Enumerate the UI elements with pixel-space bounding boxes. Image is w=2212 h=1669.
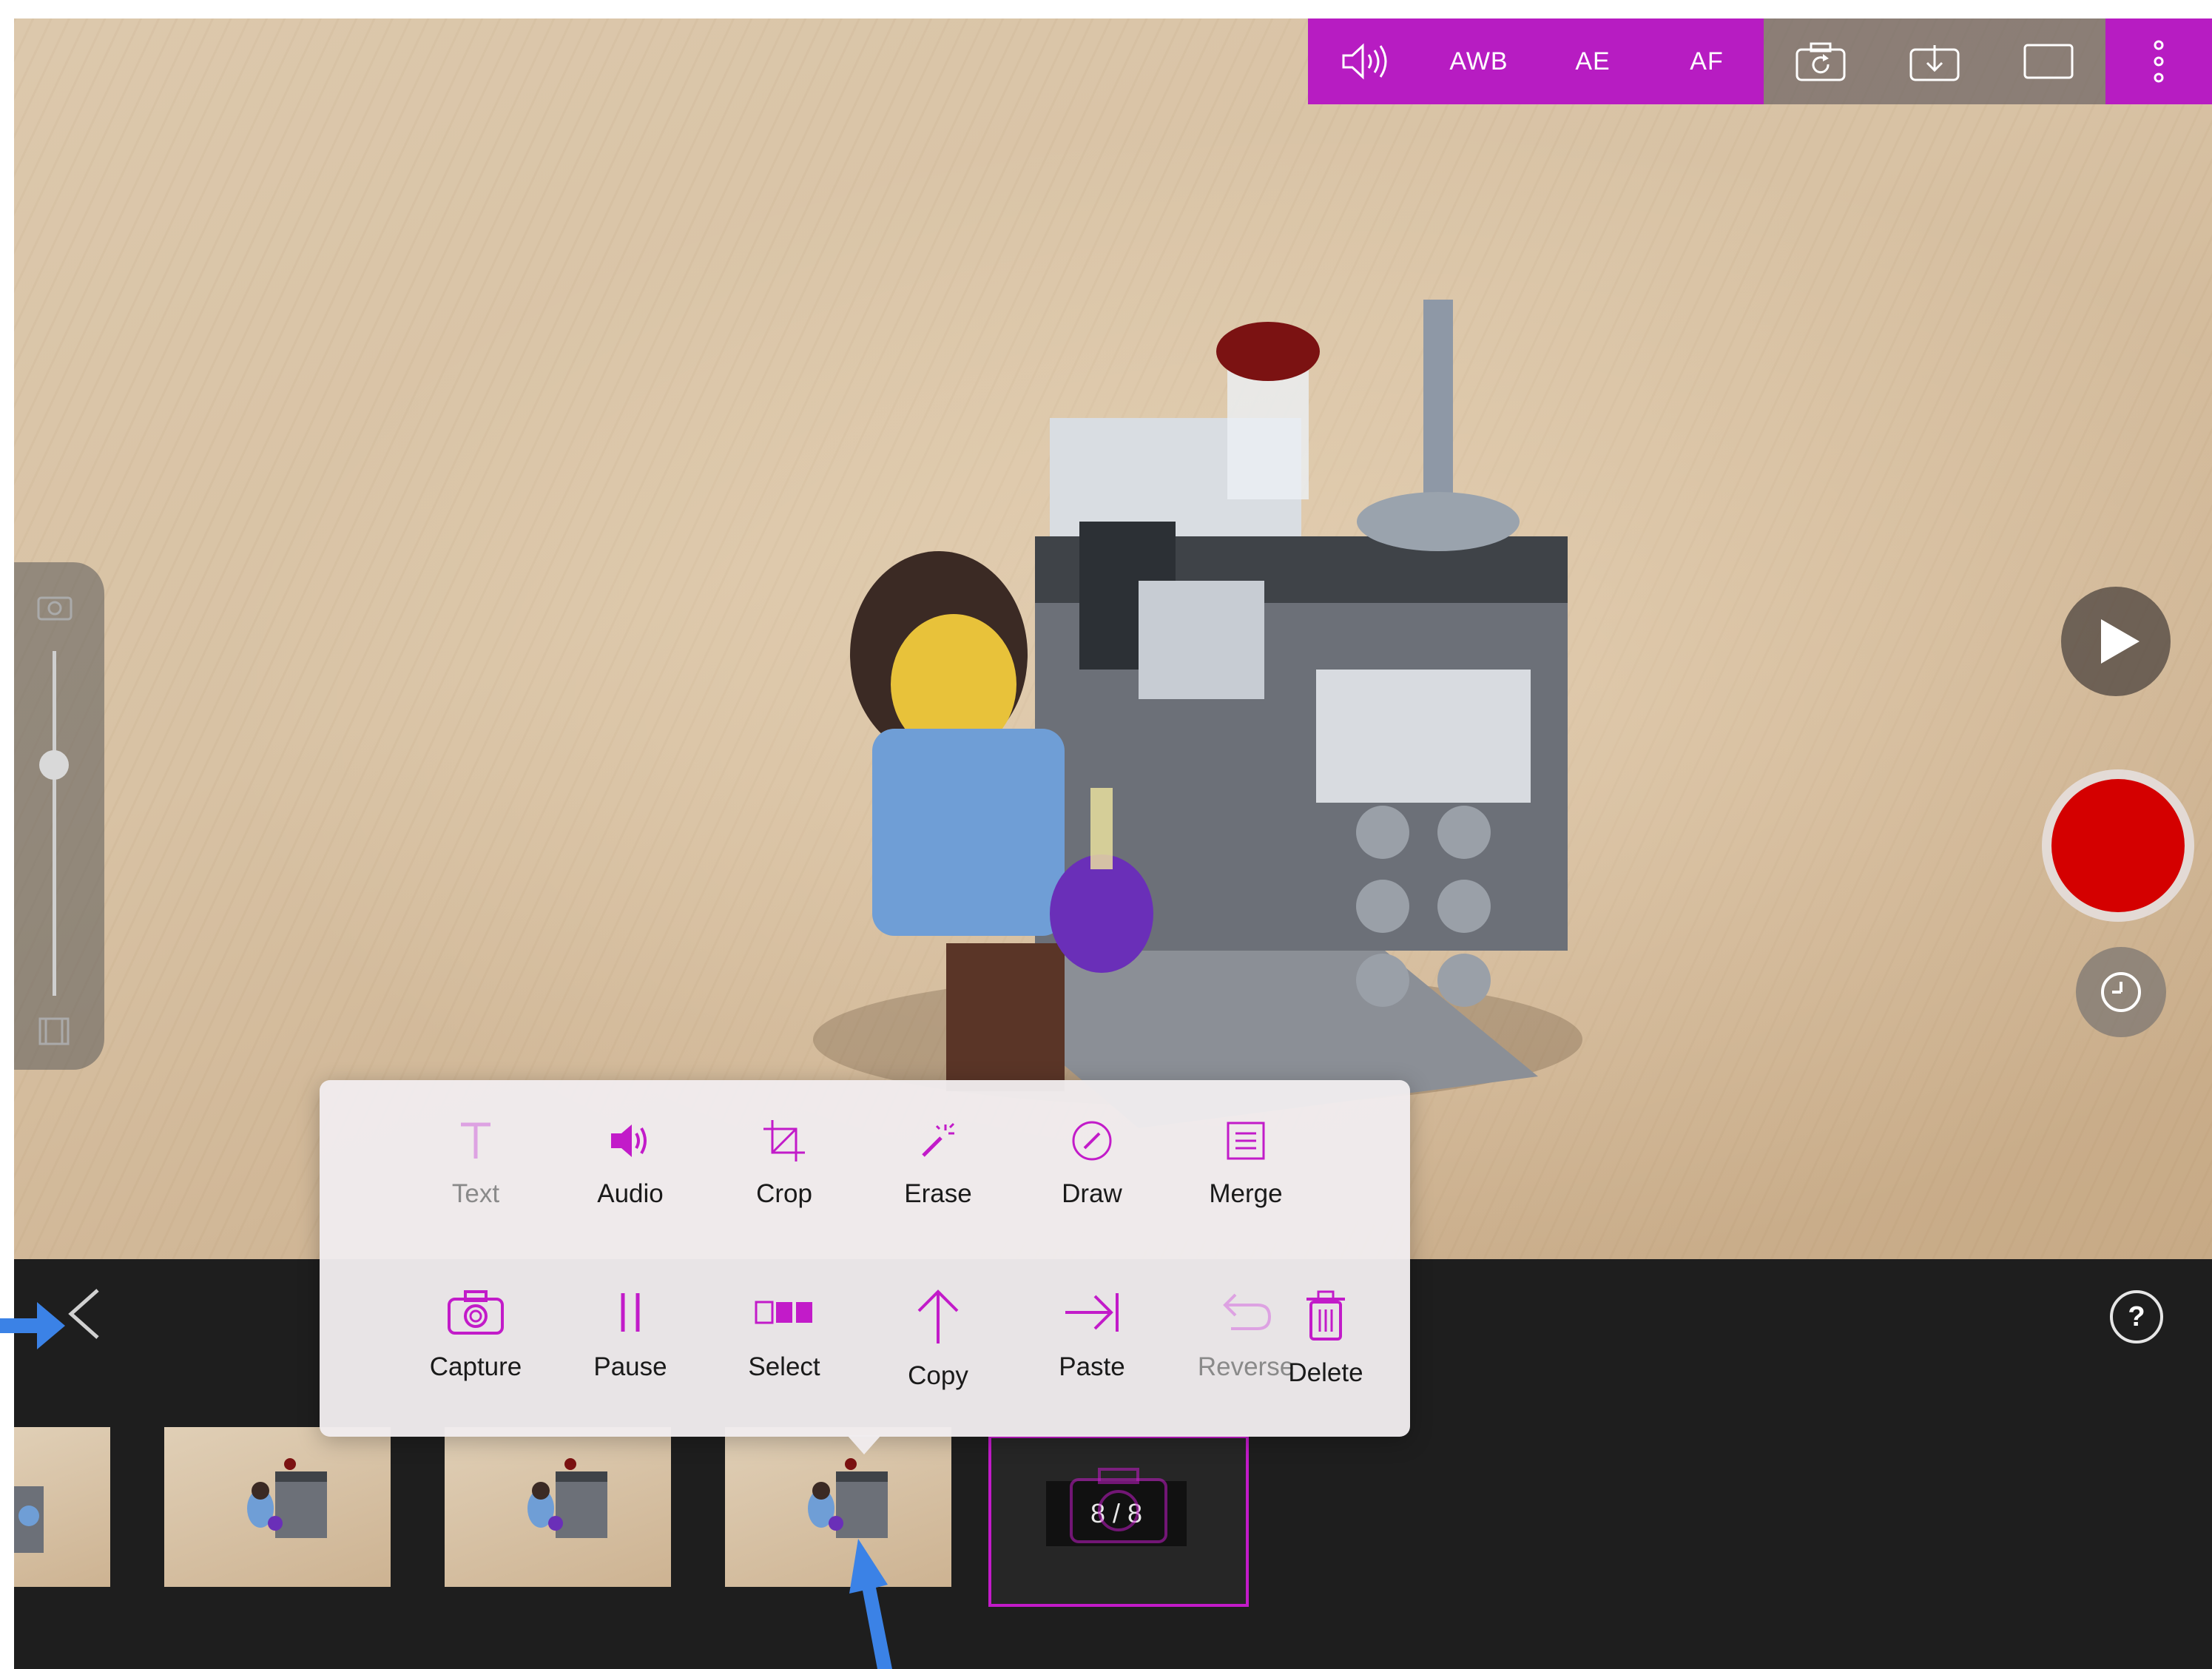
select-label: Select bbox=[748, 1352, 820, 1381]
frame-thumbnail-image bbox=[527, 1458, 607, 1538]
camera-toolbar: AWB AE AF bbox=[1308, 18, 2212, 104]
volume-icon bbox=[1342, 43, 1387, 80]
draw-label: Draw bbox=[1062, 1179, 1122, 1208]
import-icon bbox=[1909, 45, 1960, 81]
speaker-icon bbox=[611, 1125, 647, 1157]
frame-thumbnail[interactable] bbox=[164, 1427, 391, 1587]
aspect-ratio-button[interactable] bbox=[1992, 18, 2105, 104]
frame-thumbnail-selected[interactable] bbox=[725, 1427, 951, 1587]
text-label: Text bbox=[451, 1179, 500, 1208]
volume-button[interactable] bbox=[1308, 18, 1422, 104]
delete-button[interactable]: Delete bbox=[1252, 1289, 1400, 1422]
annotation-arrow-left bbox=[0, 1302, 65, 1349]
more-vertical-icon bbox=[2154, 40, 2164, 83]
capture-mode-slider-panel bbox=[14, 562, 104, 1070]
capture-button[interactable]: Capture bbox=[402, 1289, 550, 1422]
annotation-arrow-up bbox=[849, 1539, 892, 1669]
audio-button[interactable]: Audio bbox=[556, 1119, 704, 1252]
pause-button[interactable]: Pause bbox=[556, 1289, 704, 1422]
back-chevron-icon[interactable] bbox=[65, 1287, 104, 1341]
frame-thumbnail[interactable] bbox=[14, 1427, 110, 1587]
aspect-ratio-icon bbox=[2023, 44, 2074, 79]
magic-wand-icon bbox=[922, 1122, 955, 1157]
pause-label: Pause bbox=[593, 1352, 667, 1381]
merge-label: Merge bbox=[1209, 1179, 1283, 1208]
camera-outline-icon bbox=[1070, 1468, 1167, 1543]
delete-label: Delete bbox=[1288, 1358, 1363, 1387]
record-button[interactable] bbox=[2042, 769, 2194, 922]
erase-label: Erase bbox=[904, 1179, 972, 1208]
help-button[interactable]: ? bbox=[2110, 1290, 2163, 1343]
frame-edit-menu: Text Audio Crop Erase Draw Merge Capture… bbox=[320, 1080, 1410, 1437]
slider-track[interactable] bbox=[53, 651, 56, 996]
af-label: AF bbox=[1690, 47, 1724, 75]
paste-button[interactable]: Paste bbox=[1018, 1289, 1166, 1422]
arrow-up-icon bbox=[917, 1289, 959, 1343]
popover-pointer bbox=[847, 1435, 881, 1454]
capture-label: Capture bbox=[429, 1352, 522, 1381]
record-indicator bbox=[2051, 779, 2185, 912]
ae-button[interactable]: AE bbox=[1536, 18, 1650, 104]
awb-button[interactable]: AWB bbox=[1422, 18, 1536, 104]
arrow-right-bar-icon bbox=[1065, 1293, 1119, 1332]
awb-label: AWB bbox=[1449, 47, 1508, 75]
copy-label: Copy bbox=[908, 1361, 968, 1390]
text-icon bbox=[461, 1122, 490, 1159]
select-icon bbox=[755, 1301, 812, 1324]
play-icon bbox=[2101, 619, 2139, 664]
more-button[interactable] bbox=[2105, 18, 2212, 104]
frame-thumbnail-image bbox=[247, 1458, 327, 1538]
text-button[interactable]: Text bbox=[402, 1119, 550, 1252]
crop-icon bbox=[763, 1120, 805, 1161]
frame-thumbnail-image bbox=[14, 1486, 44, 1553]
timer-button[interactable] bbox=[2076, 947, 2166, 1037]
crop-label: Crop bbox=[756, 1179, 812, 1208]
audio-label: Audio bbox=[597, 1179, 664, 1208]
crop-button[interactable]: Crop bbox=[710, 1119, 858, 1252]
merge-icon bbox=[1227, 1122, 1265, 1160]
camera-flip-button[interactable] bbox=[1764, 18, 1878, 104]
clock-icon bbox=[2101, 972, 2141, 1012]
slider-thumb[interactable] bbox=[39, 749, 69, 780]
pencil-circle-icon bbox=[1072, 1121, 1112, 1161]
frame-thumbnail-image bbox=[808, 1458, 888, 1538]
trash-icon bbox=[1306, 1290, 1345, 1341]
erase-button[interactable]: Erase bbox=[864, 1119, 1012, 1252]
select-button[interactable]: Select bbox=[710, 1289, 858, 1422]
camera-viewport[interactable] bbox=[14, 18, 2212, 1259]
ae-label: AE bbox=[1575, 47, 1611, 75]
pause-icon bbox=[621, 1293, 640, 1332]
merge-button[interactable]: Merge bbox=[1172, 1119, 1320, 1252]
capture-frame-slot[interactable]: 8 / 8 bbox=[988, 1435, 1249, 1607]
copy-button[interactable]: Copy bbox=[864, 1289, 1012, 1422]
frame-thumbnail[interactable] bbox=[445, 1427, 671, 1587]
draw-button[interactable]: Draw bbox=[1018, 1119, 1166, 1252]
video-mode-icon bbox=[38, 1017, 70, 1045]
play-button[interactable] bbox=[2061, 587, 2171, 696]
paste-label: Paste bbox=[1059, 1352, 1125, 1381]
lego-scene bbox=[813, 300, 1582, 1128]
camera-icon bbox=[448, 1290, 504, 1335]
import-button[interactable] bbox=[1878, 18, 1992, 104]
photo-mode-icon bbox=[37, 596, 73, 621]
camera-flip-icon bbox=[1795, 42, 1846, 81]
af-button[interactable]: AF bbox=[1650, 18, 1764, 104]
